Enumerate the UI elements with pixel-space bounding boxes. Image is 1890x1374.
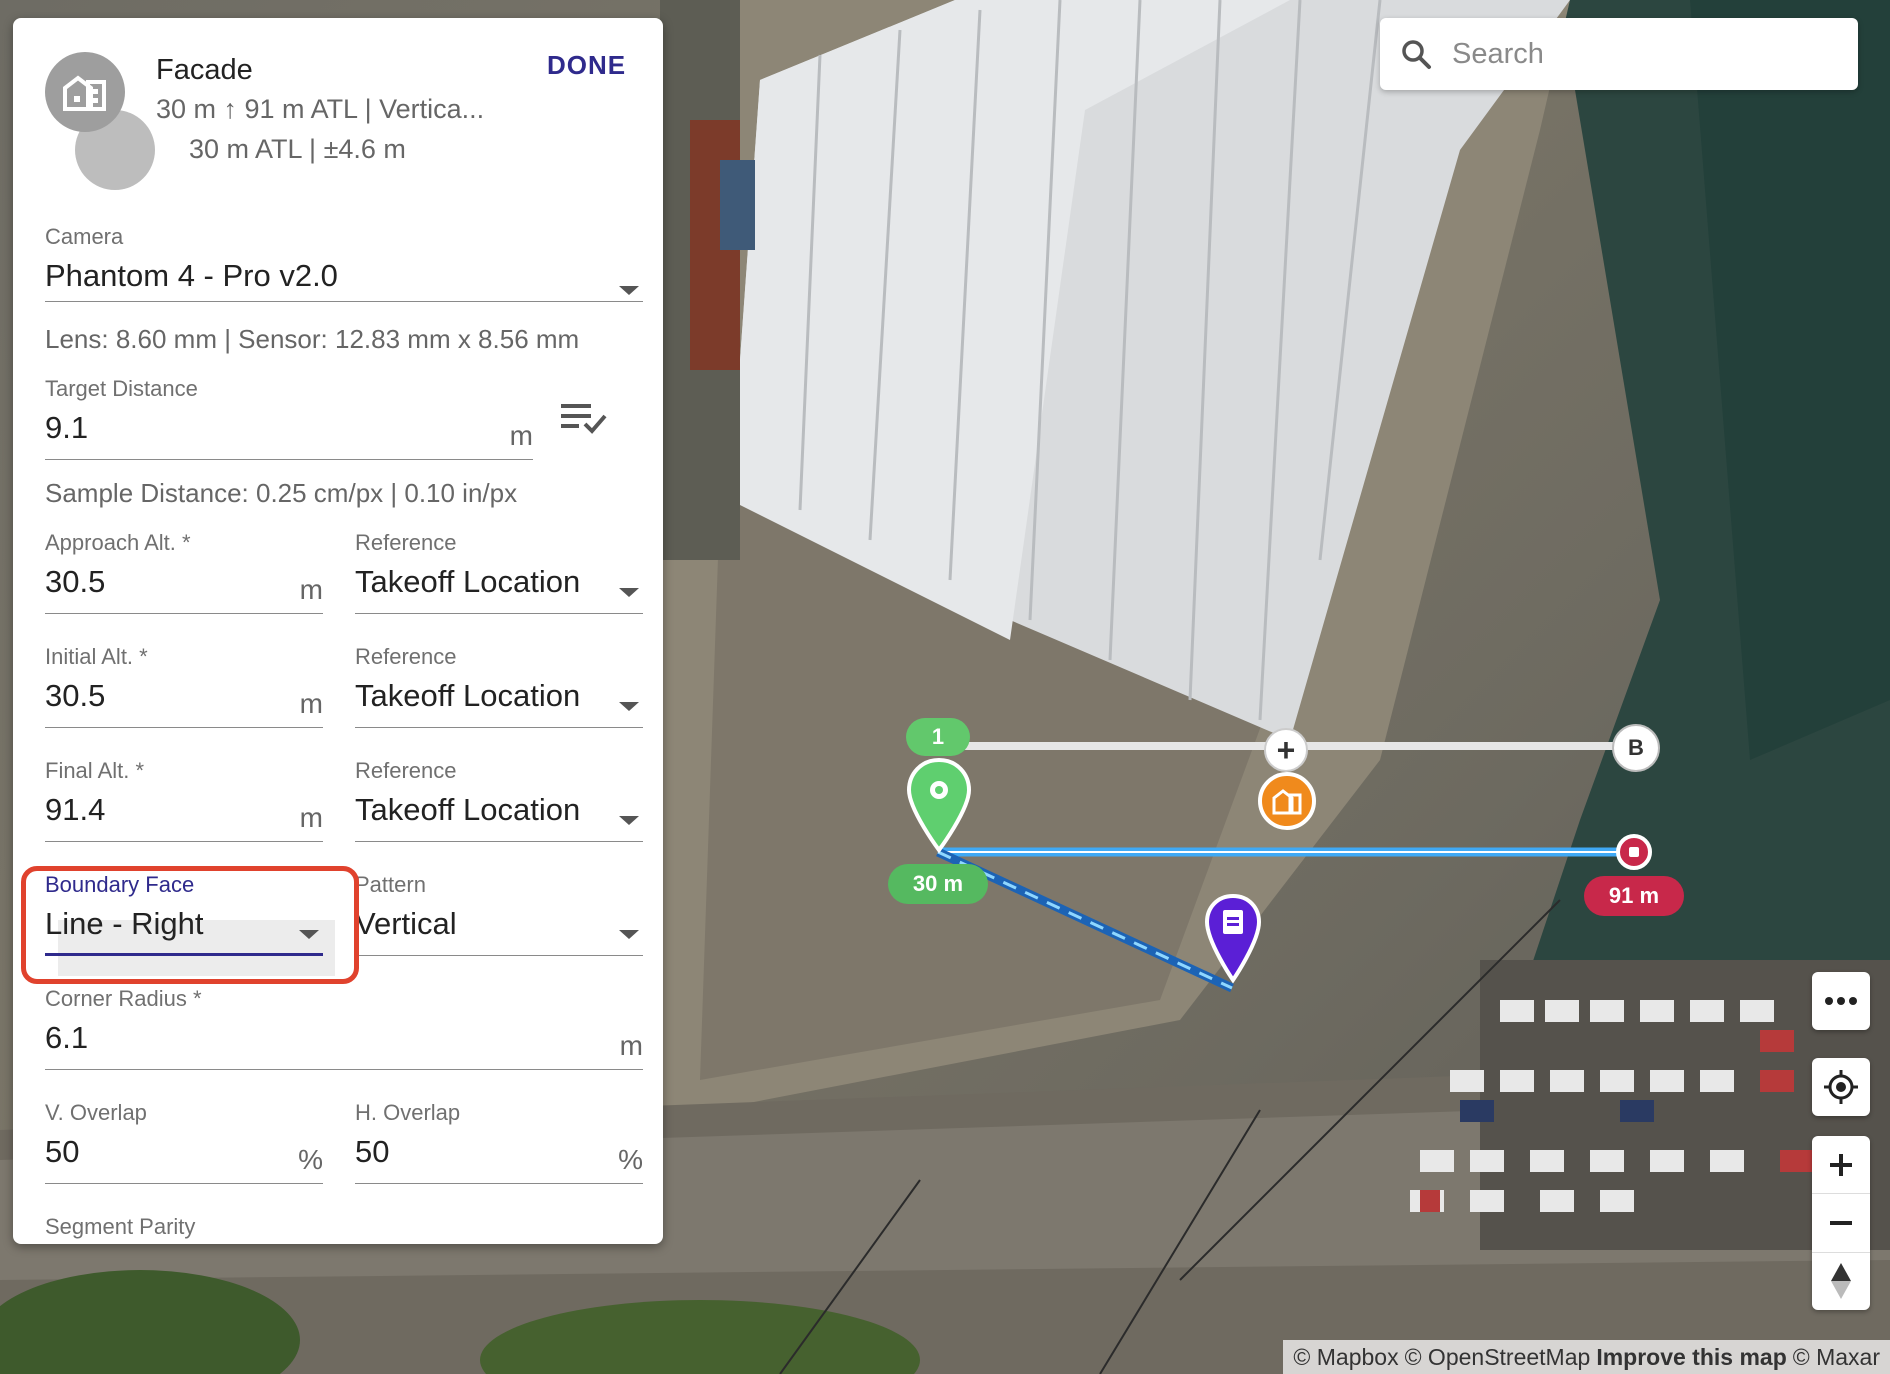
initial-reference-label: Reference — [355, 644, 457, 669]
more-options-button[interactable] — [1812, 972, 1870, 1030]
end-altitude-label: 91 m — [1584, 876, 1684, 916]
approach-alt-value: 30.5 — [45, 564, 106, 599]
final-reference-label: Reference — [355, 758, 457, 783]
checklist-icon[interactable] — [561, 402, 607, 441]
facade-marker-icon[interactable] — [1258, 772, 1316, 830]
h-overlap-field[interactable]: H. Overlap 50 % — [355, 1100, 643, 1184]
search-box[interactable] — [1380, 18, 1858, 90]
initial-reference-value: Takeoff Location — [355, 678, 581, 713]
boundary-face-select[interactable]: Boundary Face Line - Right — [45, 872, 323, 956]
initial-alt-field[interactable]: Initial Alt. * 30.5 m — [45, 644, 323, 728]
poi-pin-icon[interactable] — [1204, 893, 1262, 984]
start-altitude-label: 30 m — [888, 864, 988, 904]
h-overlap-unit: % — [618, 1144, 643, 1175]
done-button[interactable]: DONE — [547, 50, 626, 81]
v-overlap-unit: % — [298, 1144, 323, 1175]
waypoint-b-marker[interactable]: B — [1612, 724, 1660, 772]
final-reference-value: Takeoff Location — [355, 792, 581, 827]
crosshair-icon — [1824, 1070, 1858, 1104]
pattern-select[interactable]: Pattern Vertical — [355, 872, 643, 956]
zoom-out-button[interactable] — [1812, 1194, 1870, 1253]
chevron-down-icon — [619, 286, 639, 295]
chevron-down-icon — [619, 588, 639, 597]
more-horiz-icon — [1825, 997, 1857, 1005]
facade-settings-panel: Facade 30 m ↑ 91 m ATL | Vertica... 30 m… — [13, 18, 663, 1244]
v-overlap-label: V. Overlap — [45, 1100, 147, 1125]
target-distance-label: Target Distance — [45, 376, 198, 401]
final-reference-select[interactable]: Reference Takeoff Location — [355, 758, 643, 842]
target-distance-value: 9.1 — [45, 410, 89, 445]
osm-attribution[interactable]: © OpenStreetMap — [1405, 1344, 1591, 1371]
approach-reference-label: Reference — [355, 530, 457, 555]
pattern-value: Vertical — [355, 906, 457, 941]
chevron-down-icon — [619, 930, 639, 939]
chevron-down-icon — [299, 930, 319, 939]
segment-parity-label: Segment Parity — [45, 1214, 196, 1239]
final-alt-field[interactable]: Final Alt. * 91.4 m — [45, 758, 323, 842]
plus-icon — [1830, 1153, 1852, 1176]
corner-radius-value: 6.1 — [45, 1020, 89, 1055]
approach-reference-value: Takeoff Location — [355, 564, 581, 599]
boundary-face-label: Boundary Face — [45, 872, 195, 897]
segment-parity-field[interactable]: Segment Parity — [45, 1214, 643, 1244]
initial-alt-value: 30.5 — [45, 678, 106, 713]
maxar-attribution[interactable]: © Maxar — [1793, 1344, 1880, 1371]
camera-value: Phantom 4 - Pro v2.0 — [45, 258, 338, 293]
waypoint-1-label: 1 — [931, 724, 945, 749]
target-distance-unit: m — [509, 420, 533, 451]
v-overlap-value: 50 — [45, 1134, 80, 1169]
locate-me-button[interactable] — [1812, 1058, 1870, 1116]
minus-icon — [1830, 1220, 1852, 1225]
initial-alt-unit: m — [299, 688, 323, 719]
initial-reference-select[interactable]: Reference Takeoff Location — [355, 644, 643, 728]
lens-info: Lens: 8.60 mm | Sensor: 12.83 mm x 8.56 … — [45, 324, 580, 354]
boundary-face-value: Line - Right — [45, 906, 204, 941]
h-overlap-label: H. Overlap — [355, 1100, 461, 1125]
improve-map-link[interactable]: Improve this map — [1596, 1344, 1786, 1371]
mission-altitude-summary: 30 m ATL | ±4.6 m — [189, 134, 406, 164]
compass-button[interactable] — [1812, 1253, 1870, 1310]
corner-radius-field[interactable]: Corner Radius * 6.1 m — [45, 986, 643, 1070]
approach-alt-field[interactable]: Approach Alt. * 30.5 m — [45, 530, 323, 614]
zoom-controls — [1812, 1136, 1870, 1310]
approach-reference-select[interactable]: Reference Takeoff Location — [355, 530, 643, 614]
mission-summary: 30 m ↑ 91 m ATL | Vertica... — [156, 94, 485, 124]
sample-distance: Sample Distance: 0.25 cm/px | 0.10 in/px — [45, 478, 518, 508]
final-alt-label: Final Alt. * — [45, 758, 145, 783]
chevron-down-icon — [619, 816, 639, 825]
start-pin-icon[interactable] — [906, 757, 972, 854]
final-alt-value: 91.4 — [45, 792, 106, 827]
compass-icon — [1831, 1263, 1851, 1300]
add-point-button[interactable]: + — [1264, 728, 1308, 772]
mapbox-attribution[interactable]: © Mapbox — [1293, 1344, 1398, 1371]
approach-alt-unit: m — [299, 574, 323, 605]
target-distance-field[interactable]: Target Distance 9.1 m — [45, 376, 533, 460]
zoom-in-button[interactable] — [1812, 1136, 1870, 1195]
waypoint-b-label: B — [1628, 735, 1644, 760]
mission-title: Facade — [156, 54, 253, 86]
waypoint-1-marker[interactable]: 1 — [906, 718, 970, 756]
camera-label: Camera — [45, 224, 124, 249]
approach-alt-label: Approach Alt. * — [45, 530, 191, 555]
search-input[interactable] — [1452, 37, 1832, 71]
map-attribution: © Mapbox © OpenStreetMap Improve this ma… — [1283, 1340, 1890, 1374]
v-overlap-field[interactable]: V. Overlap 50 % — [45, 1100, 323, 1184]
facade-avatar-icon — [45, 52, 125, 132]
camera-select[interactable]: Camera Phantom 4 - Pro v2.0 — [45, 224, 643, 302]
panel-header: Facade 30 m ↑ 91 m ATL | Vertica... 30 m… — [13, 18, 663, 208]
end-point-marker[interactable] — [1616, 834, 1652, 870]
chevron-down-icon — [619, 702, 639, 711]
corner-radius-unit: m — [619, 1030, 643, 1061]
search-icon — [1402, 40, 1431, 69]
final-alt-unit: m — [299, 802, 323, 833]
initial-alt-label: Initial Alt. * — [45, 644, 148, 669]
pattern-label: Pattern — [355, 872, 426, 897]
corner-radius-label: Corner Radius * — [45, 986, 202, 1011]
h-overlap-value: 50 — [355, 1134, 390, 1169]
